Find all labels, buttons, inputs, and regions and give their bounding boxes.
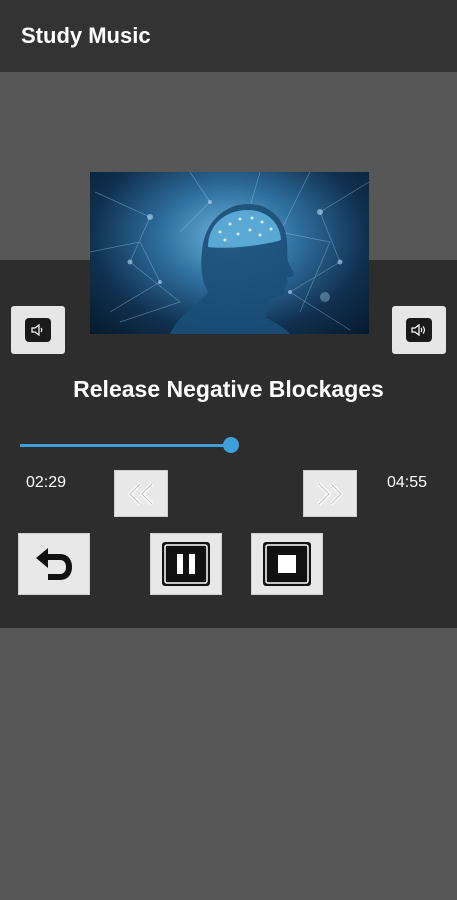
rewind-button[interactable] [114,470,168,517]
pause-button[interactable] [150,533,222,595]
seek-bar-progress[interactable] [20,444,231,447]
total-duration: 04:55 [387,474,428,491]
app-bar: Study Music [0,0,457,72]
pause-icon [162,542,210,586]
speaker-icon [406,318,432,342]
back-button[interactable] [18,533,90,595]
app-title: Study Music [21,23,151,48]
volume-down-button[interactable] [11,306,65,354]
track-artwork [90,172,369,334]
elapsed-time: 02:29 [26,474,67,491]
stop-button[interactable] [251,533,323,595]
seek-bar-thumb[interactable] [223,437,239,453]
app-screen: Study Music Release Negative Blockages 0… [0,0,457,900]
stop-icon [263,542,311,586]
track-title: Release Negative Blockages [73,376,384,402]
double-chevron-right-icon [317,482,343,505]
artwork-illustration [90,172,369,334]
lower-background [0,628,457,900]
volume-up-button[interactable] [392,306,446,354]
forward-button[interactable] [303,470,357,517]
double-chevron-left-icon [128,482,154,505]
return-arrow-icon [36,548,72,580]
speaker-icon [25,318,51,342]
